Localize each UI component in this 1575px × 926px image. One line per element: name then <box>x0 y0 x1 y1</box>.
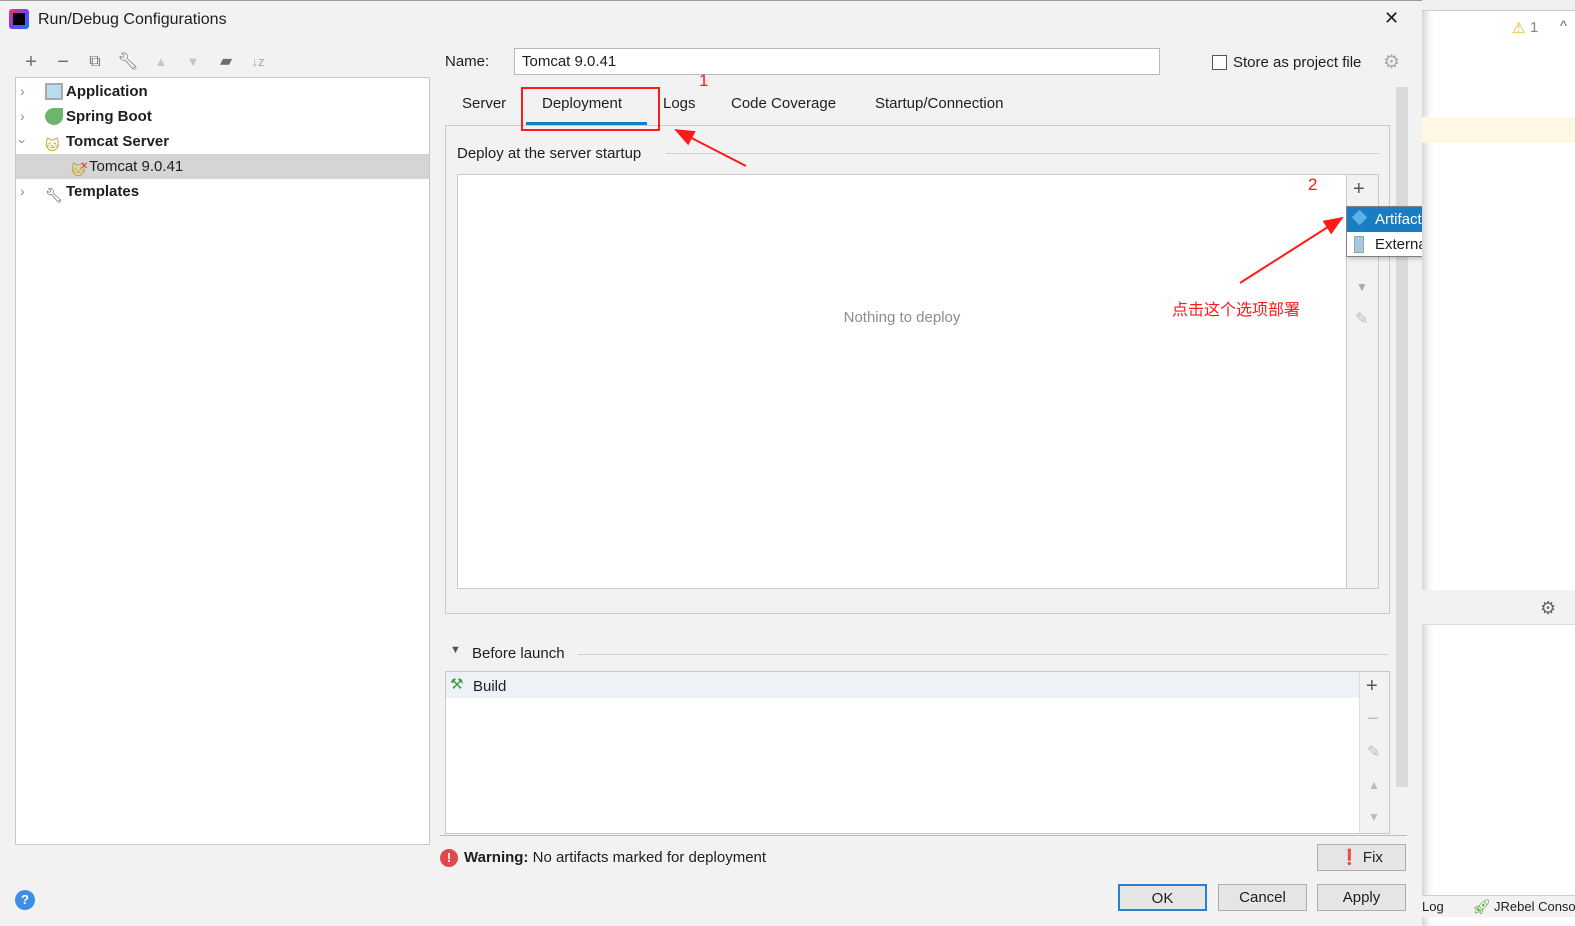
annotation-arrows <box>674 129 1344 284</box>
arrow-to-deployment-tab <box>674 129 747 167</box>
arrow-to-artifact <box>1239 216 1344 284</box>
